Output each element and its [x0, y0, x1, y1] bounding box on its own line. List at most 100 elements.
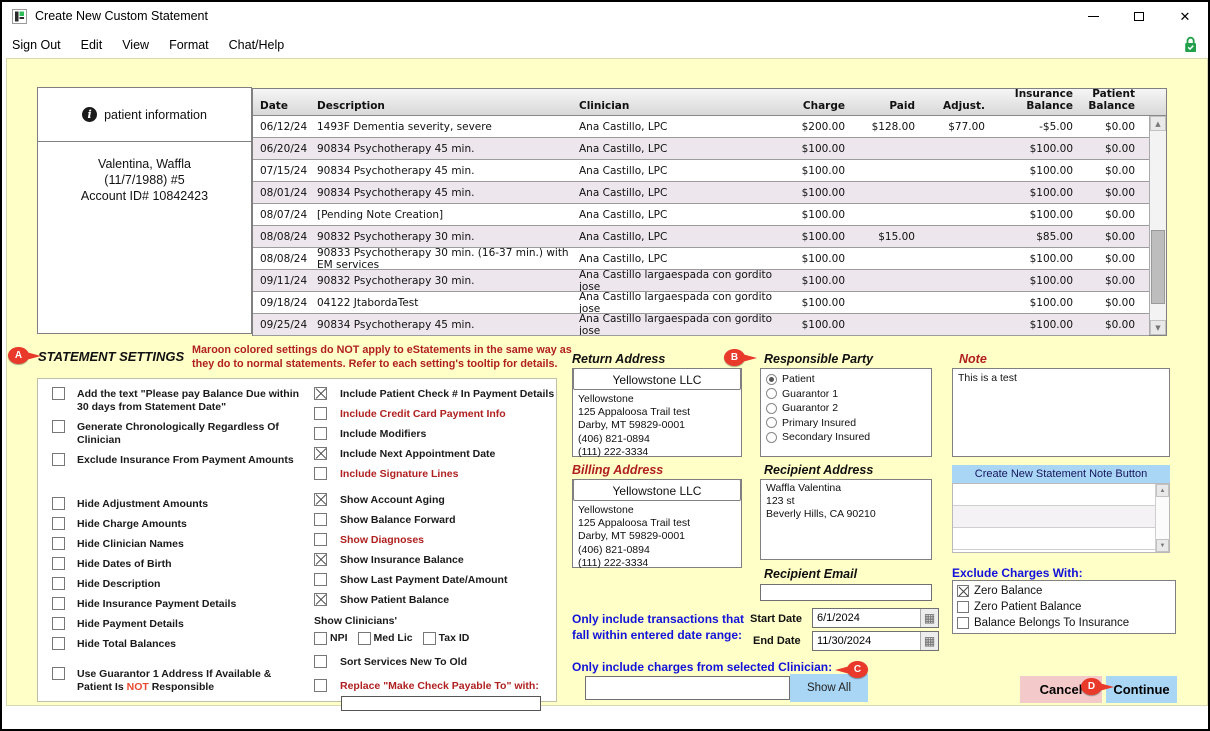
address-line: Yellowstone	[578, 393, 736, 406]
return-address-selector[interactable]: Yellowstone LLC	[573, 368, 741, 390]
setting-left-checkbox[interactable]	[52, 387, 65, 400]
setting-left-checkbox[interactable]	[52, 557, 65, 570]
setting-left-checkbox[interactable]	[52, 617, 65, 630]
replace-check-payable-checkbox[interactable]	[314, 679, 327, 692]
statement-note-row[interactable]	[953, 528, 1169, 550]
address-line: (111) 222-3334	[578, 446, 736, 459]
table-cell	[927, 270, 997, 292]
table-row[interactable]: 08/01/2490834 Psychotherapy 45 min.Ana C…	[253, 182, 1149, 204]
settings-warning: Maroon colored settings do NOT apply to …	[192, 343, 574, 371]
setting-left-checkbox[interactable]	[52, 577, 65, 590]
menu-item-chat-help[interactable]: Chat/Help	[219, 38, 295, 52]
setting-right-checkbox[interactable]	[314, 593, 327, 606]
start-date-label: Start Date	[750, 613, 802, 625]
setting-right-checkbox[interactable]	[314, 493, 327, 506]
setting-left-checkbox[interactable]	[52, 637, 65, 650]
setting-left-checkbox[interactable]	[52, 597, 65, 610]
table-row[interactable]: 06/12/241493F Dementia severity, severeA…	[253, 116, 1149, 138]
table-row[interactable]: 09/18/2404122 JtabordaTestAna Castillo l…	[253, 292, 1149, 314]
close-button[interactable]: ✕	[1162, 2, 1208, 31]
setting-right-checkbox[interactable]	[314, 467, 327, 480]
note-scroll-down-icon[interactable]: ▼	[1156, 539, 1169, 552]
table-row[interactable]: 08/07/24[Pending Note Creation]Ana Casti…	[253, 204, 1149, 226]
radio-button[interactable]	[766, 403, 777, 414]
continue-button[interactable]: Continue	[1106, 676, 1177, 703]
clinician-filter-input[interactable]	[585, 676, 790, 700]
sort-services-checkbox[interactable]	[314, 655, 327, 668]
setting-right-checkbox[interactable]	[314, 573, 327, 586]
tax-id-checkbox[interactable]	[423, 632, 436, 645]
setting-left-label: Hide Dates of Birth	[77, 557, 303, 571]
table-scrollbar[interactable]: ▲ ▼	[1149, 116, 1166, 335]
exclude-checkbox[interactable]	[957, 601, 969, 613]
setting-left-label: Use Guarantor 1 Address If Available & P…	[77, 667, 303, 694]
recipient-email-input[interactable]	[760, 584, 932, 601]
column-header: Date	[253, 100, 315, 115]
table-cell: $100.00	[997, 270, 1083, 292]
menu-item-format[interactable]: Format	[159, 38, 219, 52]
statement-note-row[interactable]	[953, 484, 1169, 506]
exclude-option: Balance Belongs To Insurance	[957, 615, 1171, 631]
table-cell: Ana Castillo largaespada con gordito jos…	[577, 314, 773, 336]
med-lic-checkbox[interactable]	[358, 632, 371, 645]
menu-item-edit[interactable]: Edit	[71, 38, 113, 52]
radio-button[interactable]	[766, 388, 777, 399]
setting-right-label: Include Credit Card Payment Info	[340, 407, 506, 421]
npi-checkbox[interactable]	[314, 632, 327, 645]
table-cell: 08/07/24	[253, 204, 315, 226]
table-cell: 07/15/24	[253, 160, 315, 182]
setting-right-checkbox[interactable]	[314, 427, 327, 440]
setting-left-checkbox[interactable]	[52, 517, 65, 530]
setting-left-checkbox[interactable]	[52, 420, 65, 433]
setting-right-checkbox[interactable]	[314, 407, 327, 420]
table-cell: 1493F Dementia severity, severe	[315, 116, 577, 138]
setting-right-checkbox[interactable]	[314, 447, 327, 460]
table-row[interactable]: 09/11/2490832 Psychotherapy 30 min.Ana C…	[253, 270, 1149, 292]
table-row[interactable]: 06/20/2490834 Psychotherapy 45 min.Ana C…	[253, 138, 1149, 160]
setting-right-checkbox[interactable]	[314, 387, 327, 400]
setting-right-checkbox[interactable]	[314, 533, 327, 546]
clinician-id-checkboxes: NPIMed LicTax ID	[314, 631, 554, 645]
table-row[interactable]: 09/25/2490834 Psychotherapy 45 min.Ana C…	[253, 314, 1149, 336]
setting-left-checkbox[interactable]	[52, 537, 65, 550]
billing-address-selector[interactable]: Yellowstone LLC	[573, 479, 741, 501]
responsible-party-box: PatientGuarantor 1Guarantor 2Primary Ins…	[760, 368, 932, 457]
table-cell: $100.00	[773, 314, 857, 336]
setting-left-checkbox[interactable]	[52, 453, 65, 466]
radio-button[interactable]	[766, 432, 777, 443]
create-statement-note-button[interactable]: Create New Statement Note Button	[952, 465, 1170, 483]
calendar-icon[interactable]: ▦	[920, 632, 938, 650]
exclude-checkbox[interactable]	[957, 617, 969, 629]
note-list-scrollbar[interactable]: ▲ ▼	[1155, 484, 1169, 552]
maximize-button[interactable]	[1116, 2, 1162, 31]
transactions-table: DateDescriptionClinicianChargePaidAdjust…	[252, 88, 1167, 336]
scrollbar-thumb[interactable]	[1151, 230, 1165, 304]
calendar-icon[interactable]: ▦	[920, 609, 938, 627]
responsible-party-option: Guarantor 2	[766, 402, 926, 414]
radio-button[interactable]	[766, 374, 777, 385]
table-row[interactable]: 08/08/2490833 Psychotherapy 30 min. (16-…	[253, 248, 1149, 270]
exclude-checkbox[interactable]	[957, 585, 969, 597]
setting-left-checkbox[interactable]	[52, 667, 65, 680]
table-row[interactable]: 07/15/2490834 Psychotherapy 45 min.Ana C…	[253, 160, 1149, 182]
scroll-down-icon[interactable]: ▼	[1150, 320, 1166, 335]
setting-right-checkbox[interactable]	[314, 513, 327, 526]
show-all-button[interactable]: Show All	[790, 674, 868, 702]
minimize-button[interactable]	[1070, 2, 1116, 31]
note-scroll-up-icon[interactable]: ▲	[1156, 484, 1169, 497]
setting-right-checkbox[interactable]	[314, 553, 327, 566]
radio-button[interactable]	[766, 417, 777, 428]
clinician-filter-intro: Only include charges from selected Clini…	[572, 660, 832, 674]
note-textarea[interactable]: This is a test	[952, 368, 1170, 457]
setting-left-checkbox[interactable]	[52, 497, 65, 510]
statement-note-row[interactable]	[953, 506, 1169, 528]
menu-item-view[interactable]: View	[112, 38, 159, 52]
setting-left-label: Hide Total Balances	[77, 637, 303, 651]
replace-check-payable-input[interactable]	[341, 696, 541, 711]
scroll-up-icon[interactable]: ▲	[1150, 116, 1166, 131]
menu-item-sign-out[interactable]: Sign Out	[2, 38, 71, 52]
table-row[interactable]: 08/08/2490832 Psychotherapy 30 min.Ana C…	[253, 226, 1149, 248]
address-line: 123 st	[766, 495, 926, 508]
setting-left-label: Generate Chronologically Regardless Of C…	[77, 420, 303, 447]
setting-left-row: Hide Dates of Birth	[52, 557, 304, 571]
